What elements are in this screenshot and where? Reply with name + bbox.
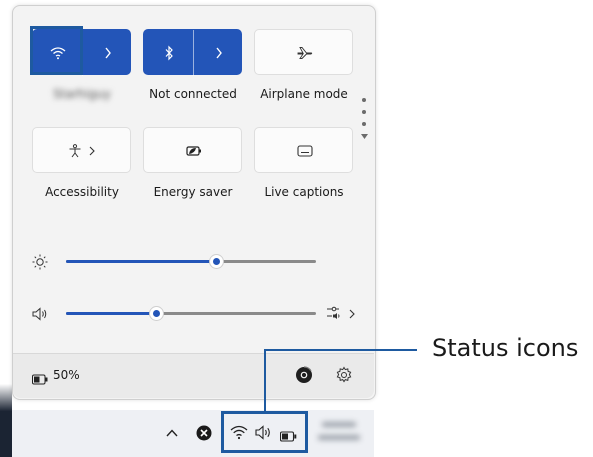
wifi-tile-label: Starhiguy: [53, 87, 111, 101]
wifi-highlight-box: [30, 26, 83, 75]
page-scroll-indicator[interactable]: [361, 96, 368, 146]
bluetooth-icon[interactable]: [144, 30, 193, 76]
status-icons-highlight-box: [221, 411, 308, 453]
captions-icon: [255, 128, 354, 174]
speaker-icon[interactable]: [32, 306, 48, 321]
page-dot[interactable]: [362, 122, 366, 126]
airplane-mode-tile[interactable]: [254, 29, 353, 75]
energy-saver-tile-label: Energy saver: [153, 185, 233, 199]
page-dot[interactable]: [362, 110, 366, 114]
status-icons-label: Status icons: [432, 334, 579, 362]
energy-saver-tile[interactable]: [143, 127, 242, 173]
brightness-slider[interactable]: [66, 254, 316, 270]
energy-saver-icon: [144, 128, 243, 174]
brightness-icon: [32, 254, 48, 270]
gear-icon[interactable]: [335, 366, 353, 384]
close-icon[interactable]: [196, 425, 212, 441]
brightness-slider-thumb[interactable]: [209, 254, 224, 269]
quick-settings-footer: 50%: [13, 353, 374, 398]
live-captions-tile[interactable]: [254, 127, 353, 173]
accessibility-icon: [33, 128, 132, 174]
callout-line-vertical: [264, 350, 266, 412]
battery-icon[interactable]: [32, 370, 48, 385]
chrome-icon[interactable]: [295, 366, 313, 384]
airplane-icon: [255, 30, 354, 76]
accessibility-tile[interactable]: [32, 127, 131, 173]
bluetooth-expand-chevron-icon[interactable]: [194, 30, 243, 76]
page-dot[interactable]: [362, 98, 366, 102]
brightness-slider-fill: [66, 260, 216, 263]
wifi-expand-chevron-icon[interactable]: [83, 30, 132, 76]
battery-percentage[interactable]: 50%: [53, 368, 80, 382]
airplane-mode-tile-label: Airplane mode: [260, 87, 348, 101]
callout-line-horizontal: [264, 349, 417, 351]
volume-slider-thumb[interactable]: [149, 306, 164, 321]
chevron-up-icon[interactable]: [164, 425, 180, 441]
live-captions-tile-label: Live captions: [264, 185, 344, 199]
volume-slider-fill: [66, 312, 156, 315]
bluetooth-tile-label: Not connected: [149, 87, 237, 101]
accessibility-tile-label: Accessibility: [45, 185, 119, 199]
bluetooth-tile[interactable]: [143, 29, 243, 76]
volume-slider[interactable]: [66, 306, 316, 322]
clock-date[interactable]: [314, 416, 364, 448]
audio-mixer-icon[interactable]: [326, 305, 358, 321]
desktop-background: [0, 0, 12, 457]
scroll-down-arrow-icon[interactable]: [361, 134, 368, 140]
taskbar: [12, 410, 374, 457]
